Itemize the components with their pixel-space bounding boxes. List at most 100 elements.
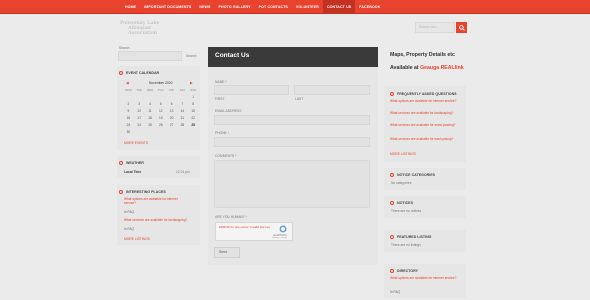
calendar-day[interactable]: 25 <box>145 123 156 127</box>
calendar-day[interactable]: 11 <box>145 109 156 113</box>
page-title: Contact Us <box>215 52 250 59</box>
nav-photo-gallery[interactable]: PHOTO GALLERY <box>215 0 255 14</box>
calendar-day[interactable]: 27 <box>166 123 177 127</box>
search-icon <box>458 24 465 31</box>
calendar-day[interactable]: 3 <box>134 102 145 106</box>
nav-volunteer[interactable]: VOLUNTEER <box>292 0 323 14</box>
calendar-day[interactable]: 2 <box>123 102 134 106</box>
calendar-day[interactable]: 26 <box>155 123 166 127</box>
calendar-day[interactable]: 12 <box>155 109 166 113</box>
calendar-day[interactable]: 29 <box>188 123 199 127</box>
recaptcha-terms[interactable]: Privacy - Terms <box>272 237 287 239</box>
weather-widget <box>117 156 200 178</box>
maps-heading: Maps, Property Details etc <box>390 52 455 58</box>
faq-link[interactable]: What options are available for internet … <box>390 99 462 104</box>
nav-home[interactable]: HOME <box>121 0 140 14</box>
calendar-day[interactable]: 9 <box>123 109 134 113</box>
name-label: NAME * <box>215 80 227 84</box>
place-link[interactable]: What services are available for landscap… <box>124 218 200 223</box>
calendar-day[interactable]: 17 <box>134 116 145 120</box>
human-label: ARE YOU HUMAN? * <box>215 215 247 219</box>
calendar-day[interactable]: 16 <box>123 116 134 120</box>
calendar-day[interactable]: 20 <box>166 116 177 120</box>
bell-icon <box>390 201 394 205</box>
sidebar-search-input[interactable] <box>118 51 182 61</box>
geauga-reallink[interactable]: Geauga REALlink <box>420 65 464 71</box>
notices-body: There are no notices <box>391 209 422 213</box>
next-month-arrow[interactable]: ▶ <box>190 81 193 85</box>
contact-header: Contact Us <box>208 47 378 67</box>
calendar-week: 2345678 <box>123 100 199 107</box>
prev-month-arrow[interactable]: ◀ <box>126 81 129 85</box>
phone-label: PHONE * <box>215 131 229 135</box>
calendar-day[interactable]: 22 <box>188 116 199 120</box>
comments-label: COMMENTS * <box>215 154 237 158</box>
calendar-week: 16 17 18 19 20 21 22 <box>123 114 199 121</box>
header-search-input[interactable]: Search here... <box>415 22 455 33</box>
interesting-places-widget <box>117 185 200 245</box>
weekday: SUN <box>190 87 197 92</box>
calendar-day[interactable]: 28 <box>177 123 188 127</box>
nav-news[interactable]: NEWS <box>195 0 214 14</box>
calendar-day[interactable]: 7 <box>177 102 188 106</box>
header-search-button[interactable] <box>456 22 467 33</box>
directory-meta: In FAQ <box>390 290 400 294</box>
star-icon <box>390 235 394 239</box>
faq-link[interactable]: What services are available for landscap… <box>390 111 462 116</box>
email-field[interactable] <box>214 115 370 125</box>
calendar-day[interactable]: 1 <box>188 95 199 99</box>
weather-icon <box>119 161 123 165</box>
recaptcha-widget[interactable]: ERROR for site owner: Invalid site key r… <box>215 222 293 241</box>
recaptcha-error: ERROR for site owner: Invalid site key <box>219 225 271 229</box>
calendar-day[interactable]: 15 <box>188 109 199 113</box>
local-time-label: Local Time <box>124 170 142 174</box>
comments-textarea[interactable] <box>214 160 370 208</box>
site-logo[interactable]: Poinsenay Lake Albuquer Association <box>120 20 159 37</box>
calendar-day[interactable]: 21 <box>177 116 188 120</box>
more-listings-link[interactable]: MORE LISTINGS <box>124 237 150 241</box>
search-label: Search <box>119 46 130 50</box>
nav-contact-us[interactable]: CONTACT US <box>322 0 356 14</box>
faq-more-link[interactable]: MORE LISTINGS <box>390 152 416 156</box>
place-link[interactable]: What options are available for internet … <box>124 197 190 206</box>
place-meta: In FAQ <box>124 227 134 231</box>
calendar-day[interactable]: 14 <box>177 109 188 113</box>
calendar-weekdays: MON TUE WED THU FRI SAT SUN <box>123 86 199 93</box>
faq-link[interactable]: What services are available for snow plo… <box>390 123 462 128</box>
last-label: LAST <box>295 97 304 101</box>
featured-listing-title: FEATURED LISTING <box>397 235 432 239</box>
place-meta: In FAQ <box>124 210 134 214</box>
send-button[interactable]: Send <box>214 247 240 258</box>
calendar-day[interactable]: 18 <box>145 116 156 120</box>
weekday: TUE <box>136 87 142 92</box>
phone-field[interactable] <box>214 137 370 147</box>
notices-title: NOTICES <box>397 201 413 205</box>
last-name-input[interactable] <box>294 85 370 95</box>
faq-link[interactable]: What services are available for trash pi… <box>390 137 462 142</box>
notice-categories-body: No categories <box>391 181 412 185</box>
calendar-icon <box>119 71 123 75</box>
calendar-day[interactable]: 13 <box>166 109 177 113</box>
calendar-day[interactable]: 4 <box>145 102 156 106</box>
notice-categories-widget <box>384 168 466 190</box>
nav-important-documents[interactable]: IMPORTANT DOCUMENTS <box>140 0 195 14</box>
directory-link[interactable]: What options are available for internet … <box>390 276 462 281</box>
nav-facebook[interactable]: FACEBOOK <box>355 0 384 14</box>
calendar-day[interactable]: 6 <box>166 102 177 106</box>
calendar-day[interactable]: 10 <box>134 109 145 113</box>
calendar-day[interactable]: 19 <box>155 116 166 120</box>
more-events-link[interactable]: MORE EVENTS <box>124 141 148 145</box>
nav-pot-contacts[interactable]: POT CONTACTS <box>255 0 292 14</box>
folder-icon <box>390 269 394 273</box>
calendar-day[interactable]: 24 <box>134 123 145 127</box>
notice-categories-title: NOTICE CATEGORIES <box>397 173 436 177</box>
weekday: WED <box>146 87 154 92</box>
calendar-day[interactable]: 5 <box>155 102 166 106</box>
calendar-grid: MON TUE WED THU FRI SAT SUN 1 2 3 4 5 6 7 8 9 10 1… <box>123 86 199 135</box>
first-name-input[interactable] <box>214 85 289 95</box>
calendar-day[interactable]: 30 <box>123 130 134 134</box>
calendar-day[interactable]: 23 <box>123 123 134 127</box>
sidebar-search-button[interactable]: Search <box>186 54 196 58</box>
calendar-day[interactable]: 8 <box>188 102 199 106</box>
featured-listing-body: There are no listings <box>391 243 421 247</box>
